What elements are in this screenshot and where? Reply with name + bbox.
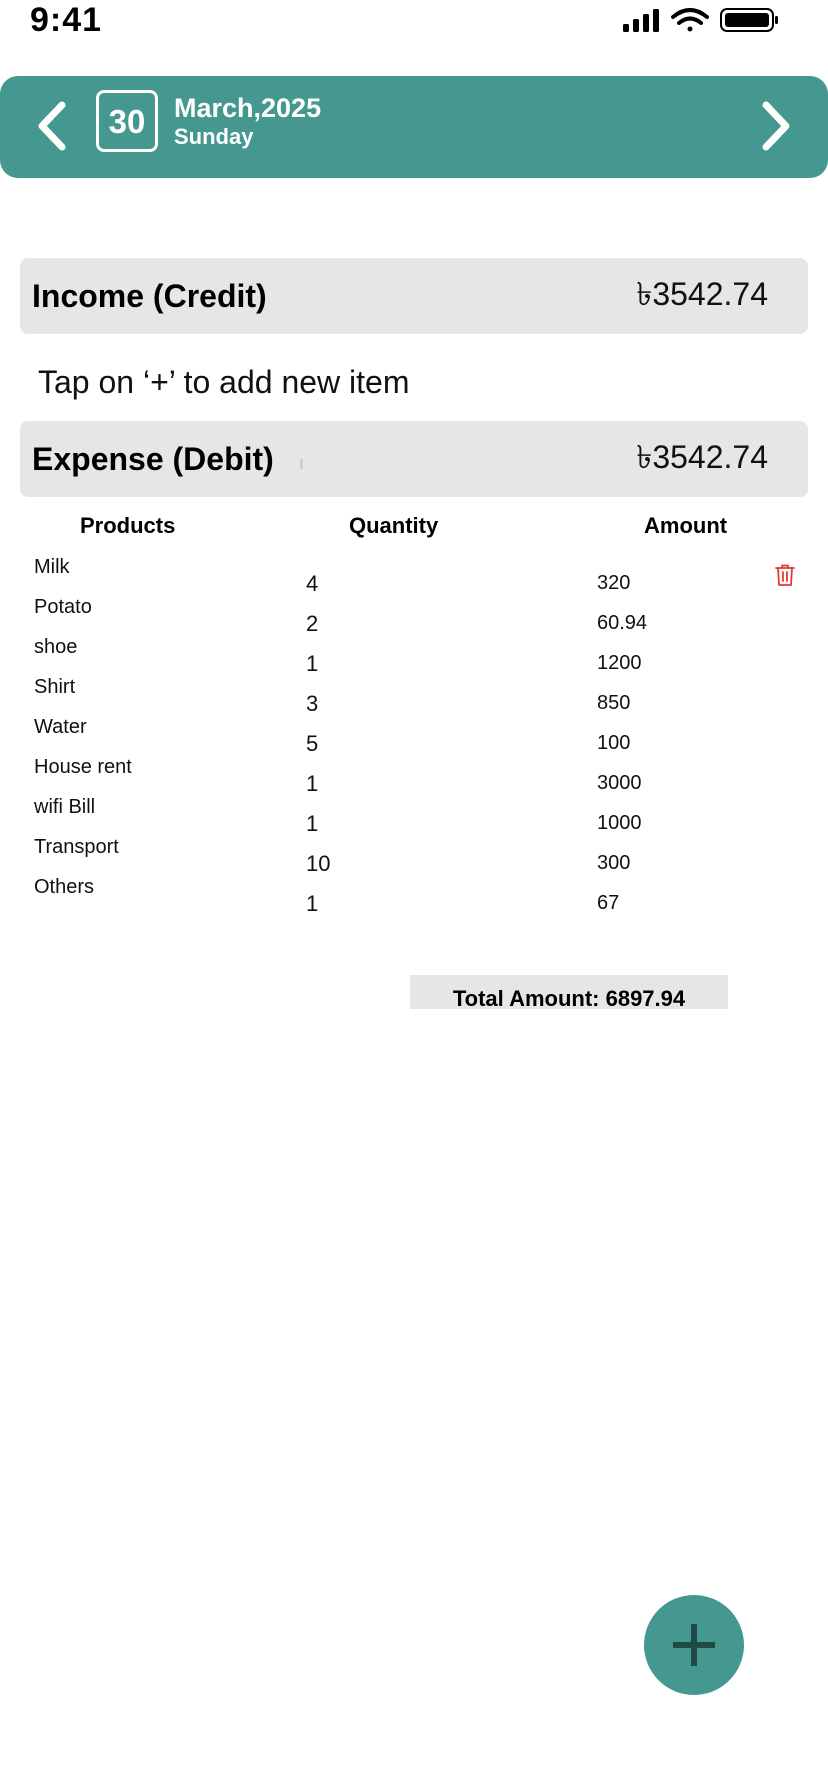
amount-cell[interactable]: 67 [597,890,619,916]
income-label: Income (Credit) [32,277,267,314]
next-day-button[interactable] [746,96,806,156]
expense-value: ৳3542.74 [636,439,768,475]
weekday-label: Sunday [174,124,254,149]
header-products: Products [80,513,176,538]
product-cell[interactable]: Potato [34,594,92,620]
amount-cell[interactable]: 320 [597,570,630,596]
product-cell[interactable]: Milk [34,554,70,580]
amount-cell[interactable]: 60.94 [597,610,647,636]
amount-cell[interactable]: 300 [597,850,630,876]
quantity-cell[interactable]: 1 [306,891,318,917]
battery-icon [720,8,778,32]
product-cell[interactable]: wifi Bill [34,794,95,820]
header-amount: Amount [644,513,728,538]
quantity-cell[interactable]: 2 [306,611,318,637]
status-bar: 9:41 [0,0,828,60]
product-cell[interactable]: Water [34,714,87,740]
signal-icon [623,9,659,32]
quantity-cell[interactable]: 4 [306,571,318,597]
expense-label: Expense (Debit) [32,440,274,477]
quantity-cell[interactable]: 10 [306,851,330,877]
amount-cell[interactable]: 100 [597,730,630,756]
product-cell[interactable]: Others [34,874,94,900]
wifi-icon [671,8,709,32]
income-value: ৳3542.74 [636,276,768,312]
total-amount-label: Total Amount: 6897.94 [452,986,686,1011]
chevron-left-icon [38,101,66,151]
amount-cell[interactable]: 850 [597,690,630,716]
trash-icon[interactable] [774,563,796,587]
day-badge: 30 [96,90,158,152]
month-year-label: March,2025 [174,93,322,123]
text-cursor [300,459,303,469]
amount-cell[interactable]: 3000 [597,770,642,796]
header-quantity: Quantity [349,513,439,538]
plus-icon [673,1624,715,1666]
chevron-right-icon [762,101,790,151]
product-cell[interactable]: Shirt [34,674,75,700]
quantity-cell[interactable]: 3 [306,691,318,717]
total-amount-box: Total Amount: 6897.94 [410,975,728,1011]
quantity-cell[interactable]: 1 [306,771,318,797]
add-item-button[interactable] [644,1595,744,1695]
quantity-cell[interactable]: 1 [306,811,318,837]
product-cell[interactable]: Transport [34,834,119,860]
amount-cell[interactable]: 1000 [597,810,642,836]
product-cell[interactable]: House rent [34,754,132,780]
previous-day-button[interactable] [22,96,82,156]
quantity-cell[interactable]: 5 [306,731,318,757]
expense-row[interactable]: Expense (Debit) ৳3542.74 [20,421,808,497]
add-item-hint: Tap on ‘+’ to add new item [38,364,410,400]
income-row[interactable]: Income (Credit) ৳3542.74 [20,258,808,334]
status-time: 9:41 [30,1,103,39]
quantity-cell[interactable]: 1 [306,651,318,677]
amount-cell[interactable]: 1200 [597,650,642,676]
status-icons [623,8,778,32]
product-cell[interactable]: shoe [34,634,77,660]
date-header: 30 March,2025 Sunday [0,76,828,178]
